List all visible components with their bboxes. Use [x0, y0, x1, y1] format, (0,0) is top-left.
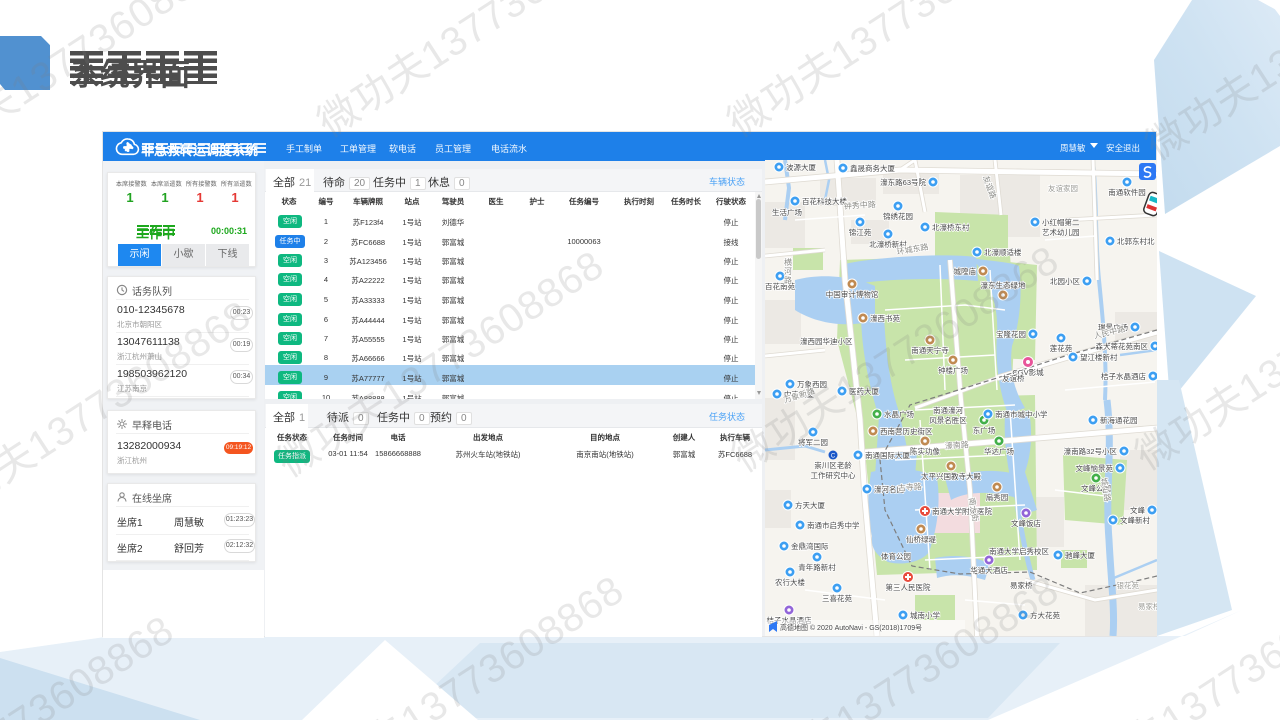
svg-text:易家桥新村: 易家桥新村: [1138, 601, 1157, 611]
svg-text:易家桥: 易家桥: [1010, 580, 1033, 590]
svg-text:新海通花园: 新海通花园: [1100, 415, 1138, 425]
svg-text:北濠桥东村: 北濠桥东村: [932, 222, 970, 232]
svg-text:方大花苑: 方大花苑: [1030, 610, 1060, 620]
svg-text:濠东路63号院: 濠东路63号院: [880, 177, 926, 187]
svg-text:古寺路: 古寺路: [897, 481, 922, 493]
svg-text:南通市城中小学: 南通市城中小学: [995, 409, 1048, 419]
svg-text:南通濠河: 南通濠河: [933, 405, 963, 415]
svg-text:北郭东村北: 北郭东村北: [1117, 236, 1155, 246]
svg-text:银花苑: 银花苑: [1117, 580, 1140, 590]
svg-text:森大蒂花苑南区: 森大蒂花苑南区: [1096, 341, 1149, 351]
svg-text:莲花苑: 莲花苑: [1050, 343, 1073, 353]
svg-text:文峰新村: 文峰新村: [1120, 515, 1150, 525]
svg-text:南通大学启秀校区: 南通大学启秀校区: [989, 546, 1049, 556]
svg-text:青年路新村: 青年路新村: [798, 562, 836, 572]
svg-text:南通大学附属医院: 南通大学附属医院: [932, 506, 992, 516]
svg-text:宝隆花园: 宝隆花园: [996, 329, 1026, 339]
svg-text:文峰饭店: 文峰饭店: [1011, 518, 1041, 528]
svg-text:中国审计博物馆: 中国审计博物馆: [826, 289, 879, 299]
svg-text:濠西园华迪小区: 濠西园华迪小区: [800, 336, 853, 346]
svg-text:太平兴国教寺大殿: 太平兴国教寺大殿: [921, 471, 981, 481]
svg-text:水晶广场: 水晶广场: [884, 409, 914, 419]
svg-text:城南小学: 城南小学: [910, 610, 940, 620]
svg-text:华通犬酒店: 华通犬酒店: [970, 565, 1008, 575]
svg-text:C: C: [831, 454, 836, 460]
svg-text:钟楼广场: 钟楼广场: [938, 365, 968, 375]
svg-text:医药大厦: 医药大厦: [849, 386, 879, 396]
svg-text:第三人民医院: 第三人民医院: [886, 582, 931, 592]
svg-text:三喜花苑: 三喜花苑: [822, 593, 852, 603]
svg-text:濠西书苑: 濠西书苑: [870, 313, 900, 323]
svg-text:友谊家园: 友谊家园: [1048, 183, 1078, 193]
svg-text:锦江苑: 锦江苑: [849, 227, 872, 237]
svg-text:艺术幼儿园: 艺术幼儿园: [1042, 227, 1080, 237]
svg-text:城隍庙: 城隍庙: [954, 266, 977, 276]
svg-text:友谊桥: 友谊桥: [1002, 373, 1025, 383]
svg-text:南通天宁寺: 南通天宁寺: [911, 345, 949, 355]
svg-text:东广场: 东广场: [973, 425, 996, 435]
svg-text:体育公园: 体育公园: [881, 551, 911, 561]
svg-text:北园小区: 北园小区: [1050, 277, 1080, 286]
svg-text:鑫晟商务大厦: 鑫晟商务大厦: [850, 163, 895, 173]
svg-text:陈实功像: 陈实功像: [910, 446, 940, 456]
svg-text:驰峰大厦: 驰峰大厦: [1065, 550, 1095, 560]
svg-text:金鼎湾国际: 金鼎湾国际: [791, 541, 829, 551]
svg-text:华达广场: 华达广场: [984, 446, 1014, 456]
svg-text:路: 路: [784, 275, 792, 285]
svg-text:百花科技大楼: 百花科技大楼: [802, 196, 847, 206]
svg-text:望江楼新村: 望江楼新村: [1080, 352, 1118, 362]
svg-text:生活广场: 生活广场: [772, 207, 802, 217]
svg-text:濠东生态绿地: 濠东生态绿地: [981, 280, 1026, 290]
svg-text:将军二园: 将军二园: [798, 437, 828, 447]
svg-text:桔子水晶酒店: 桔子水晶酒店: [1101, 371, 1146, 381]
svg-text:濠南路: 濠南路: [944, 439, 969, 451]
svg-text:南通软件园: 南通软件园: [1108, 187, 1146, 197]
svg-text:南通国际大厦: 南通国际大厦: [865, 450, 910, 460]
svg-text:工作研究中心: 工作研究中心: [811, 470, 856, 480]
svg-text:西南营历史街区: 西南营历史街区: [880, 426, 933, 436]
svg-text:河: 河: [784, 266, 792, 276]
svg-text:文峰恼景苑: 文峰恼景苑: [1076, 463, 1114, 473]
svg-text:波源大厦: 波源大厦: [786, 162, 816, 172]
svg-text:南通市启秀中学: 南通市启秀中学: [807, 520, 860, 530]
svg-text:锦绣花园: 锦绣花园: [883, 211, 913, 221]
svg-text:仙桥绿堤: 仙桥绿堤: [906, 534, 936, 544]
svg-text:农行大楼: 农行大楼: [775, 577, 805, 587]
svg-text:方天大厦: 方天大厦: [795, 500, 825, 510]
svg-text:风景名胜区: 风景名胜区: [929, 415, 967, 425]
svg-text:扇秀园: 扇秀园: [986, 492, 1009, 502]
svg-text:文峰: 文峰: [1130, 505, 1146, 515]
svg-text:北濠顺适楼: 北濠顺适楼: [984, 247, 1022, 257]
svg-text:濠南路32号小区: 濠南路32号小区: [1064, 446, 1118, 456]
svg-text:高德地图 © 2020 AutoNavi - GS(2018: 高德地图 © 2020 AutoNavi - GS(2018)1709号: [780, 623, 922, 632]
svg-text:崇川区老龄: 崇川区老龄: [814, 460, 852, 470]
svg-text:小红帽第二: 小红帽第二: [1042, 217, 1080, 227]
svg-text:横: 横: [784, 257, 792, 267]
